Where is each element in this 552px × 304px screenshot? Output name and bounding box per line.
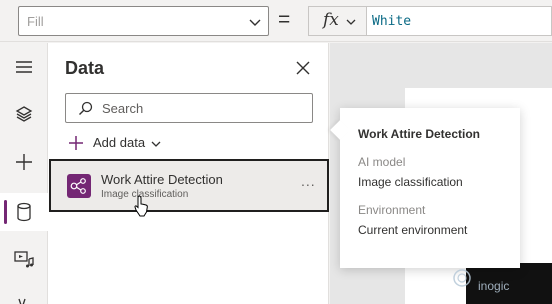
search-icon (79, 101, 93, 115)
formula-input[interactable]: White (367, 6, 552, 36)
search-placeholder: Search (102, 101, 144, 116)
ai-model-icon (70, 178, 86, 194)
formula-bar: Fill = fx White (0, 0, 552, 42)
plus-icon (69, 136, 83, 150)
variables-icon[interactable] (12, 291, 36, 304)
property-dropdown[interactable]: Fill (18, 6, 269, 36)
more-options-icon[interactable]: ... (301, 173, 316, 189)
data-pane: Data Search Add data Work Attire Detecti… (48, 43, 329, 304)
media-icon[interactable] (12, 247, 36, 271)
close-icon[interactable] (294, 59, 312, 77)
hamburger-icon[interactable] (12, 55, 36, 79)
layers-icon[interactable] (12, 102, 36, 126)
chevron-down-icon (346, 19, 356, 25)
data-source-name: Work Attire Detection (101, 172, 223, 187)
equals-sign: = (278, 8, 291, 31)
watermark-text: inogic (478, 279, 510, 293)
chevron-down-icon (249, 19, 261, 26)
add-data-label: Add data (93, 135, 146, 150)
callout-title: Work Attire Detection (358, 127, 481, 141)
plus-icon[interactable] (12, 150, 36, 174)
chevron-down-icon (151, 141, 161, 147)
fx-button[interactable]: fx (308, 6, 367, 36)
property-value: Fill (27, 14, 44, 29)
formula-value: White (372, 14, 412, 29)
callout-label-environment: Environment (358, 203, 426, 217)
callout-label-ai-model: AI model (358, 155, 406, 169)
data-source-callout: Work Attire Detection AI model Image cla… (330, 108, 520, 268)
left-rail (0, 43, 48, 304)
watermark-logo-icon (453, 269, 471, 287)
callout-value-ai-model: Image classification (358, 175, 463, 189)
search-input[interactable]: Search (65, 93, 313, 123)
callout-value-environment: Current environment (358, 223, 468, 237)
active-rail-indicator (4, 200, 7, 224)
data-source-item[interactable]: Work Attire Detection Image classificati… (49, 159, 329, 212)
watermark: inogic (452, 266, 550, 296)
mouse-pointer-icon (134, 195, 148, 217)
pane-title: Data (65, 58, 105, 78)
add-data-button[interactable]: Add data (68, 133, 188, 153)
ai-model-tile (67, 174, 91, 198)
database-icon[interactable] (12, 200, 36, 224)
fx-icon: fx (323, 10, 339, 30)
